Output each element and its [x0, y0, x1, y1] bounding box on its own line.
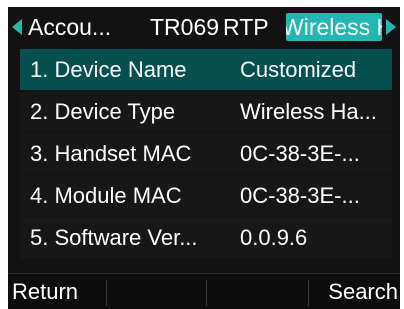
tab-account[interactable]: Accou...: [28, 7, 111, 47]
return-softkey[interactable]: Return: [12, 274, 78, 309]
list-item-software-version[interactable]: 5. Software Ver... 0.0.9.6: [8, 217, 400, 258]
list-item-label: 4. Module MAC: [30, 183, 182, 208]
list-item-value: 0C-38-3E-...: [240, 141, 360, 166]
list-item-device-name[interactable]: 1. Device Name Customized: [8, 49, 400, 90]
tab-wireless-handset[interactable]: Wireless H: [286, 13, 382, 41]
softkey-2[interactable]: [108, 274, 206, 309]
tab-right-arrow-icon[interactable]: [382, 7, 400, 47]
phone-screen: Accou... TR069 RTP Wireless H 1. Device …: [8, 7, 400, 309]
info-list: 1. Device Name Customized 2. Device Type…: [8, 49, 400, 259]
softkey-divider: [206, 280, 207, 306]
list-item-module-mac[interactable]: 4. Module MAC 0C-38-3E-...: [8, 175, 400, 216]
softkey-divider: [308, 280, 309, 306]
list-item-value: 0C-38-3E-...: [240, 183, 360, 208]
tab-bar: Accou... TR069 RTP Wireless H: [8, 7, 400, 47]
tab-tr069[interactable]: TR069: [150, 7, 219, 47]
list-item-device-type[interactable]: 2. Device Type Wireless Ha...: [8, 91, 400, 132]
softkey-bar: Return Search: [8, 273, 400, 309]
tab-rtp[interactable]: RTP: [223, 7, 269, 47]
list-item-value: Customized: [240, 57, 357, 82]
list-item-value: 0.0.9.6: [240, 225, 308, 250]
list-item-value: Wireless Ha...: [240, 99, 377, 124]
list-item-label: 3. Handset MAC: [30, 141, 192, 166]
list-item-label: 2. Device Type: [30, 99, 176, 124]
softkey-3[interactable]: [208, 274, 306, 309]
list-item-label: 1. Device Name: [30, 57, 187, 82]
list-item-label: 5. Software Ver...: [30, 225, 198, 250]
tab-left-arrow-icon[interactable]: [8, 7, 26, 47]
list-item-handset-mac[interactable]: 3. Handset MAC 0C-38-3E-...: [8, 133, 400, 174]
search-softkey[interactable]: Search: [328, 274, 398, 309]
softkey-divider: [106, 280, 107, 306]
